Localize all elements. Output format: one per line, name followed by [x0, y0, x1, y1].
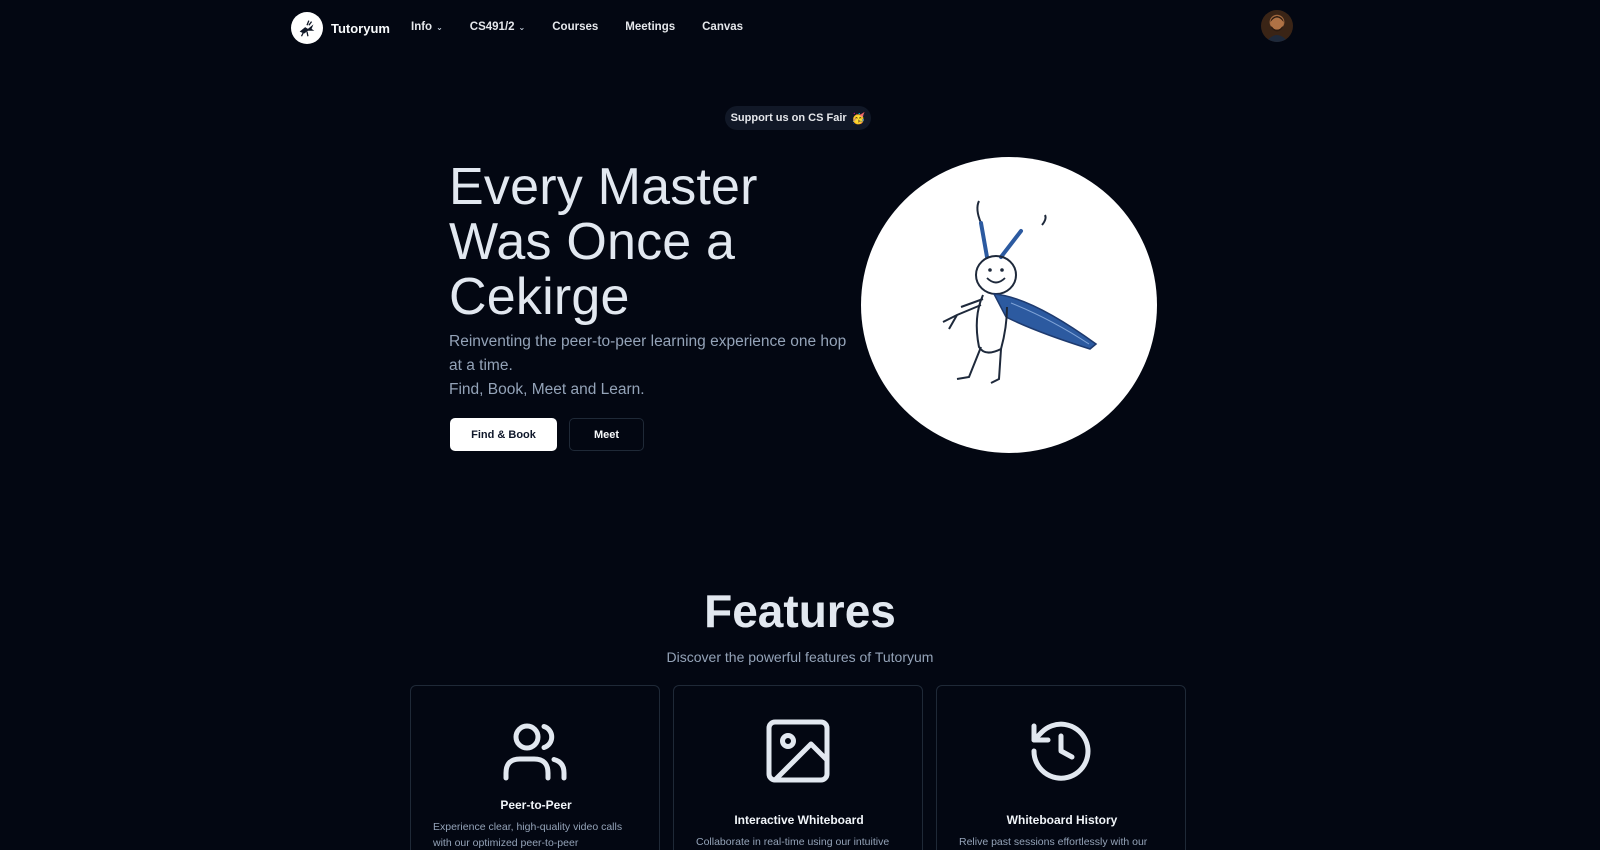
feature-description: Experience clear, high-quality video cal… — [433, 819, 643, 850]
feature-description: Collaborate in real-time using our intui… — [696, 834, 906, 850]
chevron-down-icon: ⌄ — [518, 22, 526, 32]
top-navbar: Tutoryum Info ⌄ CS491/2 ⌄ Courses Meetin… — [0, 0, 1600, 54]
nav-meetings-link[interactable]: Meetings — [625, 21, 675, 33]
nav-cs491-dropdown[interactable]: CS491/2 ⌄ — [470, 21, 525, 33]
user-avatar[interactable] — [1261, 10, 1293, 42]
grasshopper-logo-icon — [291, 12, 323, 44]
nav-courses-link[interactable]: Courses — [552, 21, 598, 33]
hero-subtitle: Reinventing the peer-to-peer learning ex… — [449, 330, 849, 402]
nav-cs491-label: CS491/2 — [469, 21, 515, 33]
hero-title-line: Cekirge — [449, 268, 630, 326]
feature-description-line: Experience clear, high-quality video cal… — [433, 821, 623, 833]
feature-card-peer-to-peer: Peer-to-Peer Experience clear, high-qual… — [410, 685, 660, 850]
brand-name: Tutoryum — [331, 20, 390, 36]
image-icon — [766, 719, 830, 783]
feature-title: Whiteboard History — [1006, 813, 1118, 827]
party-face-icon: 🥳 — [851, 112, 866, 125]
hero-title-line: Was Once a — [449, 213, 736, 271]
meet-button[interactable]: Meet — [569, 418, 644, 451]
nav-info-dropdown[interactable]: Info ⌄ — [411, 21, 443, 33]
grasshopper-mascot-icon — [942, 200, 1098, 384]
feature-card-whiteboard-history: Whiteboard History Relive past sessions … — [936, 685, 1186, 850]
feature-description-line: with our optimized peer-to-peer — [433, 837, 579, 849]
feature-description-line: Collaborate in real-time using our intui… — [696, 836, 890, 848]
nav-courses-label: Courses — [552, 21, 599, 33]
feature-title: Interactive Whiteboard — [734, 813, 864, 827]
cs-fair-label: Support us on CS Fair — [730, 112, 847, 124]
brand-home-link[interactable]: Tutoryum — [291, 12, 390, 44]
features-subtitle: Discover the powerful features of Tutory… — [666, 649, 934, 665]
history-icon — [1031, 721, 1091, 781]
find-and-book-button[interactable]: Find & Book — [450, 418, 557, 451]
feature-description: Relive past sessions effortlessly with o… — [959, 834, 1169, 850]
feature-description-line: Relive past sessions effortlessly with o… — [959, 836, 1148, 848]
nav-links: Info ⌄ CS491/2 ⌄ Courses Meetings Canvas — [411, 18, 770, 36]
grasshopper-illustration — [861, 157, 1157, 453]
hero-title-line: Every Master — [449, 158, 758, 216]
chevron-down-icon: ⌄ — [436, 22, 443, 32]
nav-canvas-label: Canvas — [702, 21, 744, 33]
hero-subtitle-line: at a time. — [449, 357, 513, 374]
nav-info-label: Info — [411, 21, 433, 33]
hero-subtitle-line: Find, Book, Meet and Learn. — [449, 381, 645, 398]
feature-title: Peer-to-Peer — [500, 798, 572, 812]
feature-card-interactive-whiteboard: Interactive Whiteboard Collaborate in re… — [673, 685, 923, 850]
cs-fair-support-badge[interactable]: Support us on CS Fair 🥳 — [725, 106, 871, 130]
users-icon — [503, 723, 567, 781]
avatar-face-icon — [1266, 16, 1288, 42]
nav-canvas-link[interactable]: Canvas — [702, 21, 743, 33]
hero-title: Every Master Was Once a Cekirge — [449, 160, 829, 325]
nav-meetings-label: Meetings — [625, 21, 676, 33]
features-title: Features — [704, 585, 896, 637]
hero-subtitle-line: Reinventing the peer-to-peer learning ex… — [449, 333, 847, 350]
